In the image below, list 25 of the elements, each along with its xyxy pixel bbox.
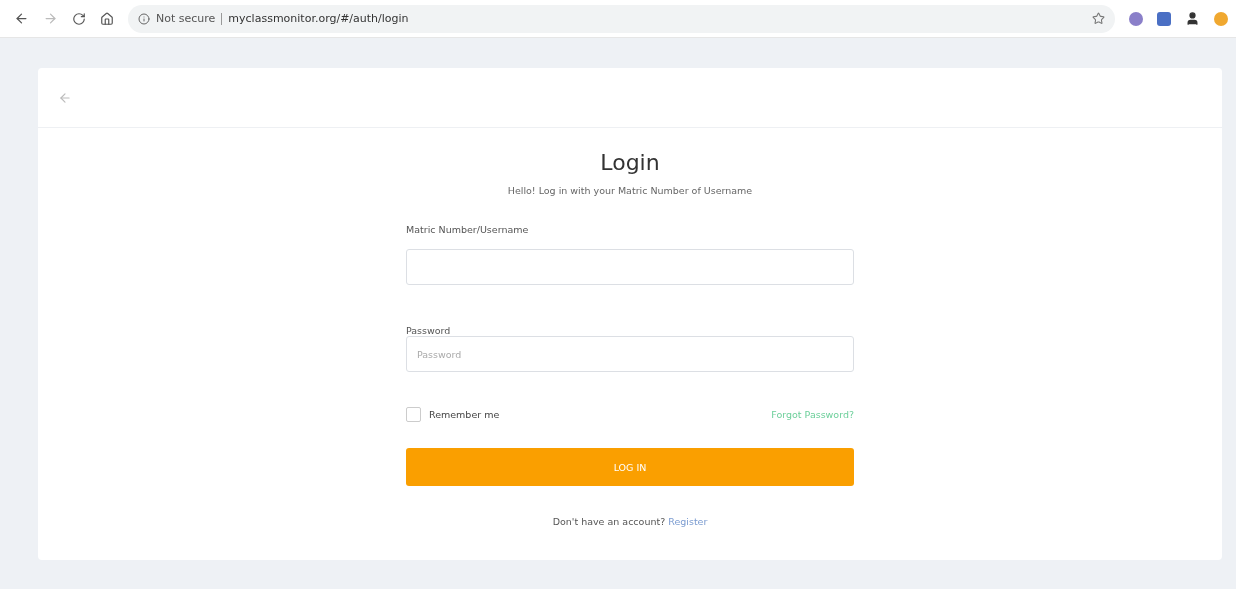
forgot-password-link[interactable]: Forgot Password? bbox=[771, 409, 854, 420]
forward-icon[interactable] bbox=[43, 11, 58, 26]
profile-icon[interactable] bbox=[1185, 11, 1200, 26]
reload-icon[interactable] bbox=[72, 11, 86, 26]
star-icon[interactable] bbox=[1092, 12, 1105, 25]
url-text: myclassmonitor.org/#/auth/login bbox=[228, 12, 409, 25]
address-bar[interactable]: Not secure myclassmonitor.org/#/auth/login bbox=[128, 4, 1115, 33]
remember-label: Remember me bbox=[429, 409, 500, 420]
field-label: Password bbox=[406, 325, 452, 336]
input-field[interactable]: Password bbox=[406, 336, 854, 372]
home-icon[interactable] bbox=[100, 11, 114, 26]
remember-checkbox[interactable] bbox=[406, 407, 421, 422]
security-label: Not secure bbox=[156, 12, 216, 25]
extension-icon[interactable] bbox=[1157, 11, 1171, 26]
info-icon[interactable] bbox=[138, 12, 150, 25]
back-icon[interactable] bbox=[14, 11, 29, 26]
register-prompt: Don't have an account? Register bbox=[551, 516, 709, 527]
register-link[interactable]: Register bbox=[668, 516, 708, 527]
field-label: Matric Number/Username bbox=[406, 224, 530, 235]
input-field[interactable] bbox=[406, 249, 854, 285]
extension-icon[interactable] bbox=[1214, 11, 1228, 26]
extension-icon[interactable] bbox=[1129, 11, 1143, 26]
login-button[interactable]: LOG IN bbox=[406, 448, 854, 486]
login-title: Login bbox=[599, 150, 661, 175]
login-subtitle: Hello! Log in with your Matric Number of Username bbox=[506, 185, 754, 196]
